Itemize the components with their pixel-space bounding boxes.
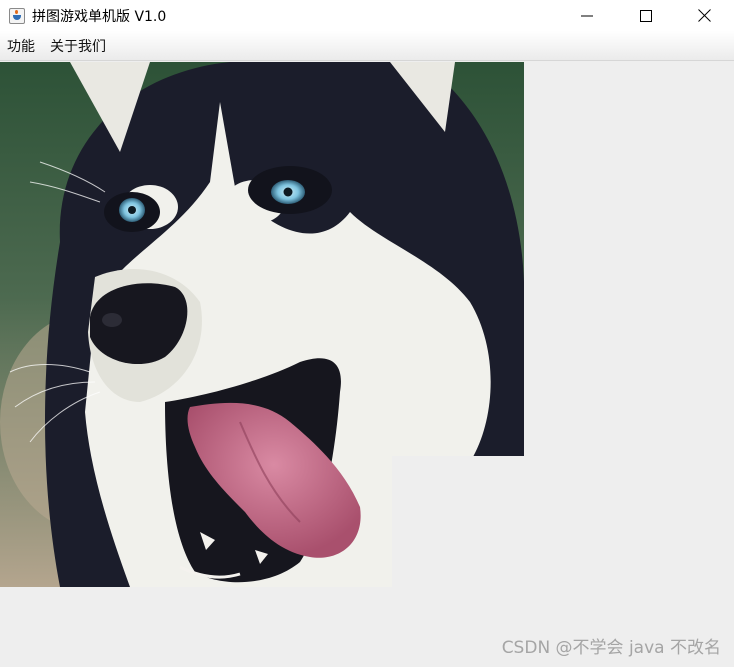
minimize-icon [580,15,593,16]
minimize-button[interactable] [557,0,616,31]
maximize-button[interactable] [616,0,675,31]
java-cup-icon [9,7,25,24]
window-controls [557,0,734,31]
menu-bar: 功能 关于我们 [0,31,734,61]
menu-function[interactable]: 功能 [0,36,43,56]
close-button[interactable] [675,0,734,31]
husky-image-lower [0,456,392,587]
window-title: 拼图游戏单机版 V1.0 [32,8,167,25]
menu-about-us[interactable]: 关于我们 [43,36,114,56]
husky-image [0,62,524,456]
close-icon [698,9,711,22]
title-bar[interactable]: 拼图游戏单机版 V1.0 [0,0,734,31]
maximize-icon [639,9,652,22]
game-canvas [0,62,734,667]
puzzle-tiles-upper[interactable] [0,62,524,456]
puzzle-tiles-lower[interactable] [0,456,392,587]
csdn-watermark: CSDN @不学会 java 不改名 [501,638,721,658]
